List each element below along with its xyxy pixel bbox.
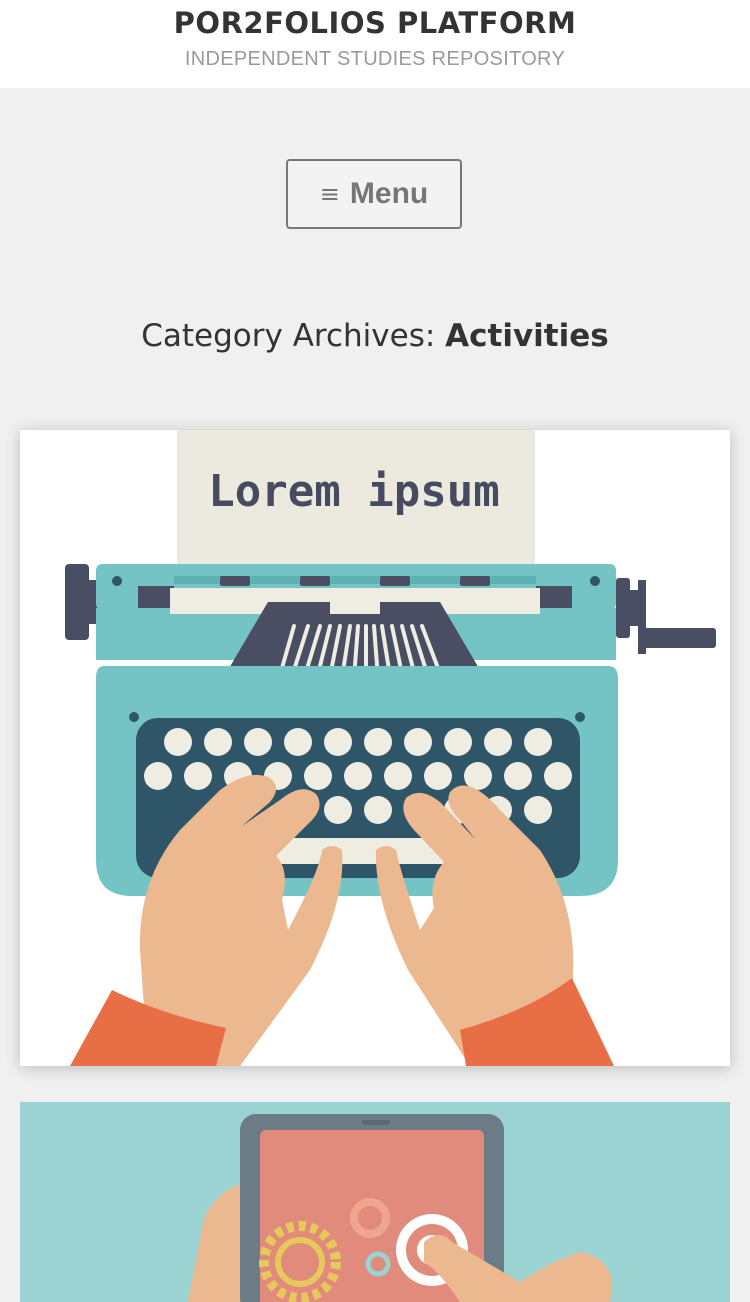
site-header: POR2FOLIOS PLATFORM INDEPENDENT STUDIES … xyxy=(0,0,750,88)
archive-prefix: Category Archives: xyxy=(141,318,436,354)
tablet-gears-illustration[interactable] xyxy=(20,1102,730,1302)
archive-title: Category Archives: Activities xyxy=(0,318,750,354)
post-card[interactable]: Lorem ipsum xyxy=(20,430,730,1066)
paper-text: Lorem ipsum xyxy=(208,466,499,517)
menu-label: Menu xyxy=(349,177,429,210)
menu-button[interactable]: ≡ Menu xyxy=(286,159,462,229)
site-tagline: INDEPENDENT STUDIES REPOSITORY xyxy=(184,48,566,70)
post-card[interactable] xyxy=(20,1102,730,1302)
site-title[interactable]: POR2FOLIOS PLATFORM xyxy=(0,6,750,40)
hamburger-icon: ≡ xyxy=(319,180,340,208)
archive-category: Activities xyxy=(445,318,609,354)
typewriter-illustration[interactable]: Lorem ipsum xyxy=(20,430,730,1066)
